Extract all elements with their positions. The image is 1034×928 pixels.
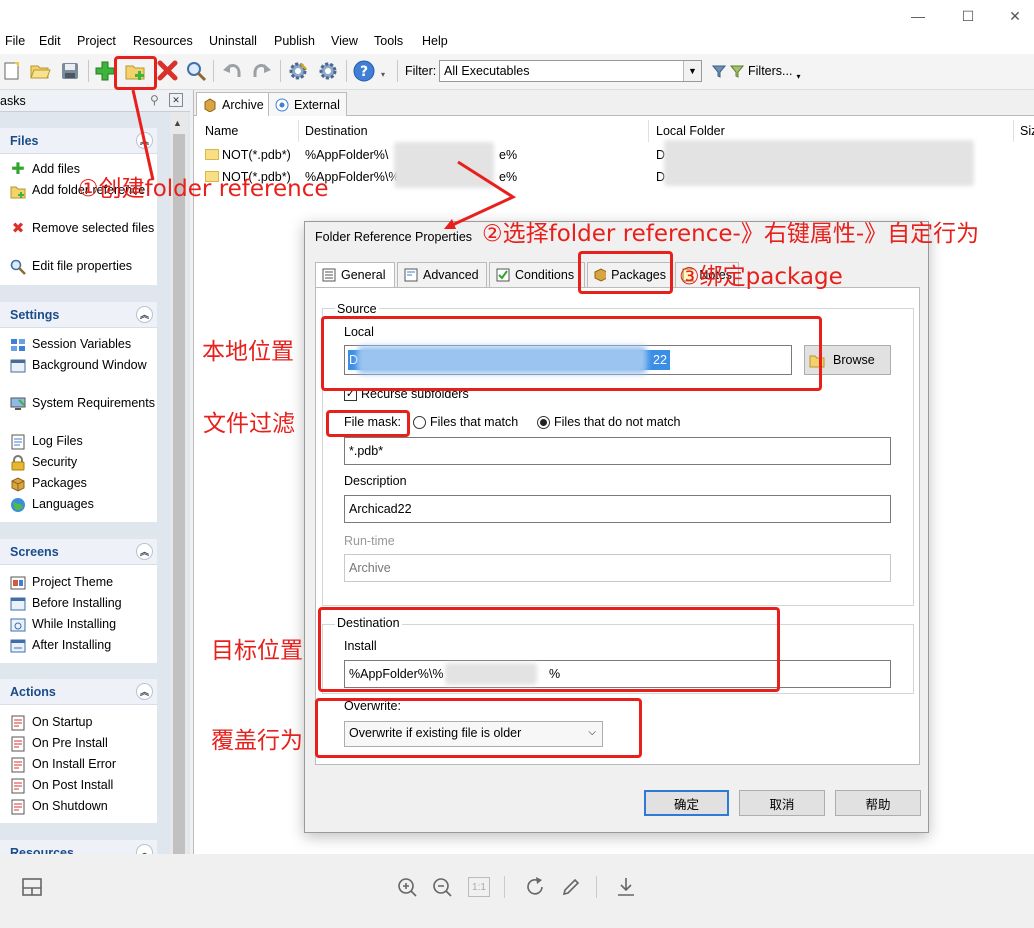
image-viewer-toolbar: 1:1 xyxy=(0,854,1034,928)
annotation-box-file-mask xyxy=(326,410,410,437)
annotation-box-packages-tab xyxy=(578,251,673,294)
actual-size-icon: 1:1 xyxy=(468,877,490,897)
rotate-button[interactable] xyxy=(522,874,548,900)
layout-icon xyxy=(22,878,42,896)
annotation-step2: ②选择folder reference-》右键属性-》自定行为 xyxy=(482,221,980,247)
annotation-local-position: 本地位置 xyxy=(202,339,294,365)
layout-button[interactable] xyxy=(19,874,45,900)
annotation-box-destination xyxy=(318,607,780,692)
zoom-in-button[interactable] xyxy=(394,874,420,900)
annotation-box-add-folder xyxy=(114,56,157,90)
zoom-out-icon xyxy=(433,878,452,897)
annotation-file-filter: 文件过滤 xyxy=(203,411,295,437)
zoom-in-icon xyxy=(398,878,417,897)
edit-pen-icon xyxy=(562,878,580,896)
annotation-arrow xyxy=(447,160,517,229)
annotation-box-overwrite xyxy=(315,698,642,758)
rotate-icon xyxy=(527,877,543,895)
download-icon xyxy=(618,878,634,896)
annotation-box-local xyxy=(321,316,822,391)
download-button[interactable] xyxy=(613,874,639,900)
edit-button[interactable] xyxy=(558,874,584,900)
viewer-separator xyxy=(504,876,505,898)
annotation-step3: ③绑定package xyxy=(679,264,843,290)
zoom-out-button[interactable] xyxy=(429,874,455,900)
annotation-overwrite-behavior: 覆盖行为 xyxy=(211,728,303,754)
annotation-step1: ①创建folder reference xyxy=(78,176,329,202)
annotation-arrow xyxy=(131,89,155,181)
annotation-arrows xyxy=(131,89,517,229)
actual-size-button[interactable]: 1:1 xyxy=(466,874,492,900)
annotation-target-position: 目标位置 xyxy=(211,638,303,664)
viewer-separator xyxy=(596,876,597,898)
